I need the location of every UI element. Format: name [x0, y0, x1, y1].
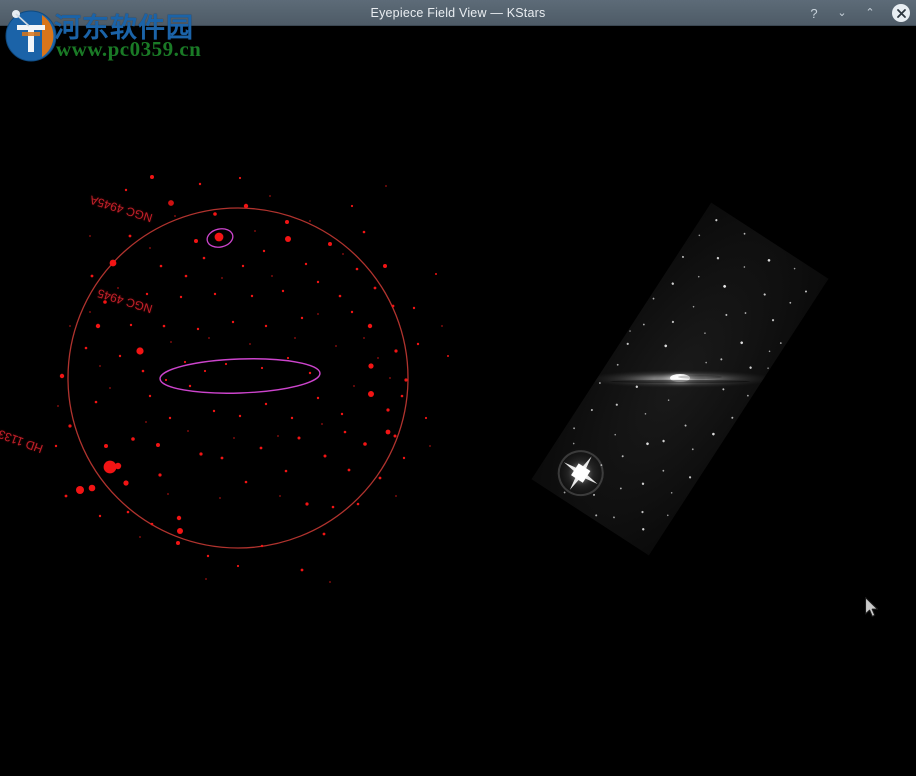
title-bar[interactable]: Eyepiece Field View — KStars ? ⌄ ⌃ — [0, 0, 916, 26]
window-title: Eyepiece Field View — KStars — [370, 6, 546, 20]
close-x-glyph — [896, 8, 906, 18]
sky-stars — [54, 175, 449, 572]
window-controls: ? ⌄ ⌃ — [806, 0, 910, 26]
sky-chart — [54, 175, 829, 583]
fov-circle — [67, 207, 409, 549]
chevron-down-icon[interactable]: ⌄ — [834, 7, 850, 19]
eyepiece-view-canvas[interactable]: NGC 4945A NGC 4945 HD 113314 — [0, 26, 916, 660]
help-icon[interactable]: ? — [806, 7, 822, 20]
ngc-4945-dss-image — [531, 202, 829, 556]
eyepiece-field-view-window: Eyepiece Field View — KStars ? ⌄ ⌃ 河东软件园… — [0, 0, 916, 776]
sky-faint-stars — [57, 185, 443, 583]
ngc-4945-ellipse — [159, 358, 321, 394]
close-icon[interactable] — [892, 4, 910, 22]
controls-panel: Invert view Flip view Overlay Invert col… — [0, 660, 916, 776]
chevron-up-icon[interactable]: ⌃ — [862, 7, 878, 19]
